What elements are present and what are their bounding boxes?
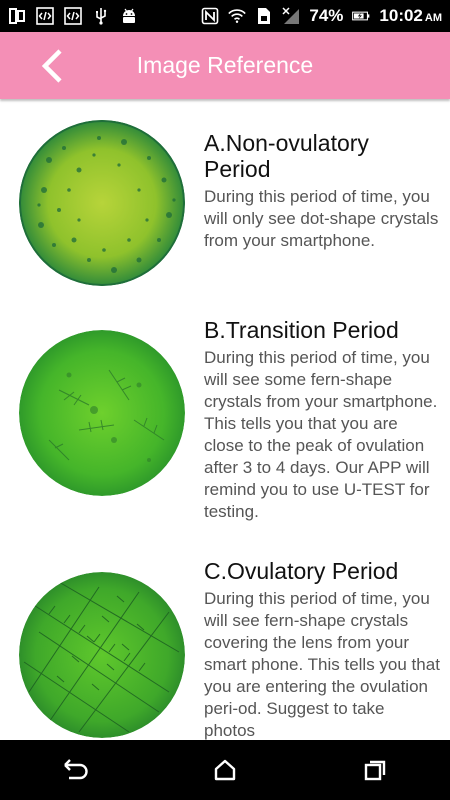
code-icon xyxy=(64,7,82,25)
status-bar: 74% 10:02 AM xyxy=(0,0,450,32)
back-icon xyxy=(64,759,88,780)
navigation-bar xyxy=(0,740,450,800)
clock: 10:02 AM xyxy=(379,6,442,26)
wifi-icon xyxy=(228,7,247,25)
android-icon xyxy=(120,7,138,25)
entry-title: B.Transition Period xyxy=(204,317,399,343)
entry-title: C.Ovulatory Period xyxy=(204,558,399,584)
clock-ampm: AM xyxy=(424,12,442,24)
entry-description: During this period of time, you will see… xyxy=(204,589,440,740)
chevron-left-icon xyxy=(41,49,62,83)
home-icon xyxy=(214,759,236,781)
battery-percent: 74% xyxy=(309,6,344,25)
fern-crystals-image xyxy=(19,572,185,738)
reference-list[interactable]: A.Non-ovulatory Period During this perio… xyxy=(0,101,450,740)
code-icon xyxy=(36,7,54,25)
back-button[interactable] xyxy=(30,44,74,88)
battery-icon xyxy=(352,7,370,25)
entry-title: A.Non-ovulatory Period xyxy=(204,130,369,182)
nav-back-button[interactable] xyxy=(45,740,105,800)
tablet-icon xyxy=(8,7,26,25)
partial-fern-crystals-image xyxy=(19,330,185,496)
sim-icon xyxy=(255,7,273,25)
status-icons-left xyxy=(8,7,138,25)
signal-icon xyxy=(282,7,300,25)
status-icons-right: 74% 10:02 AM xyxy=(201,6,442,26)
entry-description: During this period of time, you will see… xyxy=(204,348,438,521)
app-bar: Image Reference xyxy=(0,32,450,99)
nfc-icon xyxy=(201,7,219,25)
clock-time: 10:02 xyxy=(379,6,423,25)
nav-recents-button[interactable] xyxy=(345,740,405,800)
nav-home-button[interactable] xyxy=(195,740,255,800)
usb-icon xyxy=(92,7,110,25)
recents-icon xyxy=(364,760,386,781)
entry-description: During this period of time, you will onl… xyxy=(204,187,439,250)
dot-crystals-image xyxy=(19,120,185,286)
